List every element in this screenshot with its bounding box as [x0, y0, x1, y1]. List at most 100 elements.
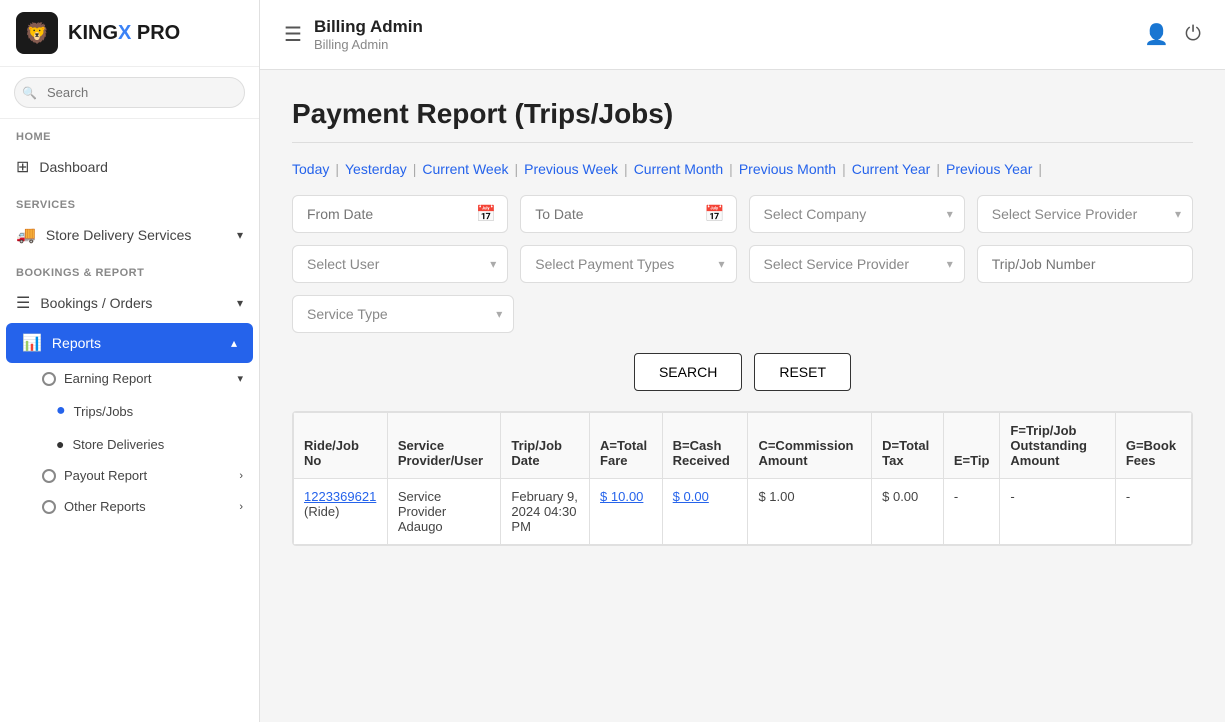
- service-provider2-field: Select Service Provider ▾: [749, 245, 965, 283]
- sidebar-item-reports[interactable]: 📊 Reports ▴: [6, 323, 253, 363]
- results-table: Ride/Job No Service Provider/User Trip/J…: [292, 411, 1193, 546]
- cell-outstanding: -: [1000, 479, 1115, 545]
- select-service-provider[interactable]: Select Service Provider: [977, 195, 1193, 233]
- trip-number-field: [977, 245, 1193, 283]
- chevron-right-icon: ▾: [237, 296, 243, 310]
- cell-ride-no: 1223369621 (Ride): [294, 479, 388, 545]
- action-buttons: SEARCH RESET: [292, 353, 1193, 391]
- sub-item-label: Other Reports: [64, 499, 146, 514]
- filter-previous-year[interactable]: Previous Year: [946, 161, 1032, 177]
- table-row: 1223369621 (Ride) Service Provider Adaug…: [294, 479, 1192, 545]
- select-payment-types[interactable]: Select Payment Types: [520, 245, 736, 283]
- search-button[interactable]: SEARCH: [634, 353, 742, 391]
- spacer: [526, 295, 1193, 333]
- chevron-right-icon: ▾: [237, 372, 243, 385]
- company-field: Select Company ▾: [749, 195, 965, 233]
- payment-types-field: Select Payment Types ▾: [520, 245, 736, 283]
- circle-icon: [42, 372, 56, 386]
- provider-sub: Adaugo: [398, 519, 491, 534]
- menu-icon[interactable]: ☰: [284, 22, 302, 47]
- cell-book-fees: -: [1115, 479, 1191, 545]
- sub-item-label: Store Deliveries: [72, 437, 164, 452]
- logo-text: KINGX PRO: [68, 22, 180, 45]
- filter-current-month[interactable]: Current Month: [634, 161, 723, 177]
- col-outstanding: F=Trip/Job Outstanding Amount: [1000, 413, 1115, 479]
- section-bookings: BOOKINGS & REPORT: [0, 255, 259, 283]
- filter-previous-month[interactable]: Previous Month: [739, 161, 836, 177]
- sidebar-item-label: Dashboard: [39, 159, 108, 175]
- filter-row-2: Select User ▾ Select Payment Types ▾ Sel…: [292, 245, 1193, 283]
- sidebar: 🦁 KINGX PRO HOME ⊞ Dashboard SERVICES 🚚 …: [0, 0, 260, 722]
- sidebar-sub-other-reports[interactable]: Other Reports ›: [0, 491, 259, 522]
- search-input[interactable]: [14, 77, 245, 108]
- ride-no-link[interactable]: 1223369621: [304, 489, 376, 504]
- cell-total-fare: $ 10.00: [590, 479, 663, 545]
- sidebar-sub-payout-report[interactable]: Payout Report ›: [0, 460, 259, 491]
- sidebar-item-bookings[interactable]: ☰ Bookings / Orders ▾: [0, 283, 259, 323]
- select-company[interactable]: Select Company: [749, 195, 965, 233]
- dot-blue-icon: ●: [56, 402, 66, 420]
- cell-commission: $ 1.00: [748, 479, 872, 545]
- cell-cash-received: $ 0.00: [662, 479, 748, 545]
- sidebar-sub-store-deliveries[interactable]: ● Store Deliveries: [0, 428, 259, 460]
- sidebar-sub-trips-jobs[interactable]: ● Trips/Jobs: [0, 394, 259, 428]
- topbar-heading: Billing Admin: [314, 17, 1132, 37]
- circle-icon: [42, 469, 56, 483]
- sidebar-logo: 🦁 KINGX PRO: [0, 0, 259, 67]
- chevron-right-icon: ›: [239, 470, 243, 482]
- ride-label: (Ride): [304, 504, 339, 519]
- bar-chart-icon: 📊: [22, 333, 42, 353]
- col-cash-received: B=Cash Received: [662, 413, 748, 479]
- topbar: ☰ Billing Admin Billing Admin 👤 ⏻: [260, 0, 1225, 70]
- section-services: SERVICES: [0, 187, 259, 215]
- main-area: ☰ Billing Admin Billing Admin 👤 ⏻ Paymen…: [260, 0, 1225, 722]
- filter-current-week[interactable]: Current Week: [422, 161, 508, 177]
- grid-icon: ⊞: [16, 157, 29, 177]
- truck-icon: 🚚: [16, 225, 36, 245]
- select-service-type[interactable]: Service Type Ride Delivery: [292, 295, 514, 333]
- col-total-tax: D=Total Tax: [872, 413, 944, 479]
- content-area: Payment Report (Trips/Jobs) Today | Yest…: [260, 70, 1225, 722]
- cash-received-link[interactable]: $ 0.00: [673, 489, 709, 504]
- filter-yesterday[interactable]: Yesterday: [345, 161, 407, 177]
- col-provider-user: Service Provider/User: [387, 413, 501, 479]
- sidebar-sub-earning-report[interactable]: Earning Report ▾: [0, 363, 259, 394]
- to-date-field: 📅: [520, 195, 736, 233]
- filter-today[interactable]: Today: [292, 161, 329, 177]
- circle-icon: [42, 500, 56, 514]
- page-title: Payment Report (Trips/Jobs): [292, 98, 1193, 130]
- col-total-fare: A=Total Fare: [590, 413, 663, 479]
- user-field: Select User ▾: [292, 245, 508, 283]
- col-trip-date: Trip/Job Date: [501, 413, 590, 479]
- sidebar-item-dashboard[interactable]: ⊞ Dashboard: [0, 147, 259, 187]
- total-fare-link[interactable]: $ 10.00: [600, 489, 643, 504]
- from-date-input[interactable]: [292, 195, 508, 233]
- sidebar-item-store-delivery[interactable]: 🚚 Store Delivery Services ▾: [0, 215, 259, 255]
- select-service-provider-2[interactable]: Select Service Provider: [749, 245, 965, 283]
- col-book-fees: G=Book Fees: [1115, 413, 1191, 479]
- col-commission: C=Commission Amount: [748, 413, 872, 479]
- logo-icon: 🦁: [16, 12, 58, 54]
- sidebar-item-label: Bookings / Orders: [40, 295, 152, 311]
- topbar-icons: 👤 ⏻: [1144, 22, 1201, 47]
- power-icon[interactable]: ⏻: [1185, 23, 1201, 46]
- cell-provider: Service Provider Adaugo: [387, 479, 501, 545]
- to-date-input[interactable]: [520, 195, 736, 233]
- sub-item-label: Trips/Jobs: [74, 404, 133, 419]
- service-provider-field: Select Service Provider ▾: [977, 195, 1193, 233]
- filter-row-1: 📅 📅 Select Company ▾ Select Service Prov…: [292, 195, 1193, 233]
- sub-item-label: Earning Report: [64, 371, 151, 386]
- filter-previous-week[interactable]: Previous Week: [524, 161, 618, 177]
- topbar-title: Billing Admin Billing Admin: [314, 17, 1132, 52]
- cell-total-tax: $ 0.00: [872, 479, 944, 545]
- from-date-field: 📅: [292, 195, 508, 233]
- chevron-up-icon: ▴: [231, 336, 237, 350]
- user-icon[interactable]: 👤: [1144, 22, 1169, 47]
- divider: [292, 142, 1193, 143]
- cell-date: February 9, 2024 04:30 PM: [501, 479, 590, 545]
- section-home: HOME: [0, 119, 259, 147]
- select-user[interactable]: Select User: [292, 245, 508, 283]
- reset-button[interactable]: RESET: [754, 353, 851, 391]
- filter-current-year[interactable]: Current Year: [852, 161, 931, 177]
- trip-job-number-input[interactable]: [977, 245, 1193, 283]
